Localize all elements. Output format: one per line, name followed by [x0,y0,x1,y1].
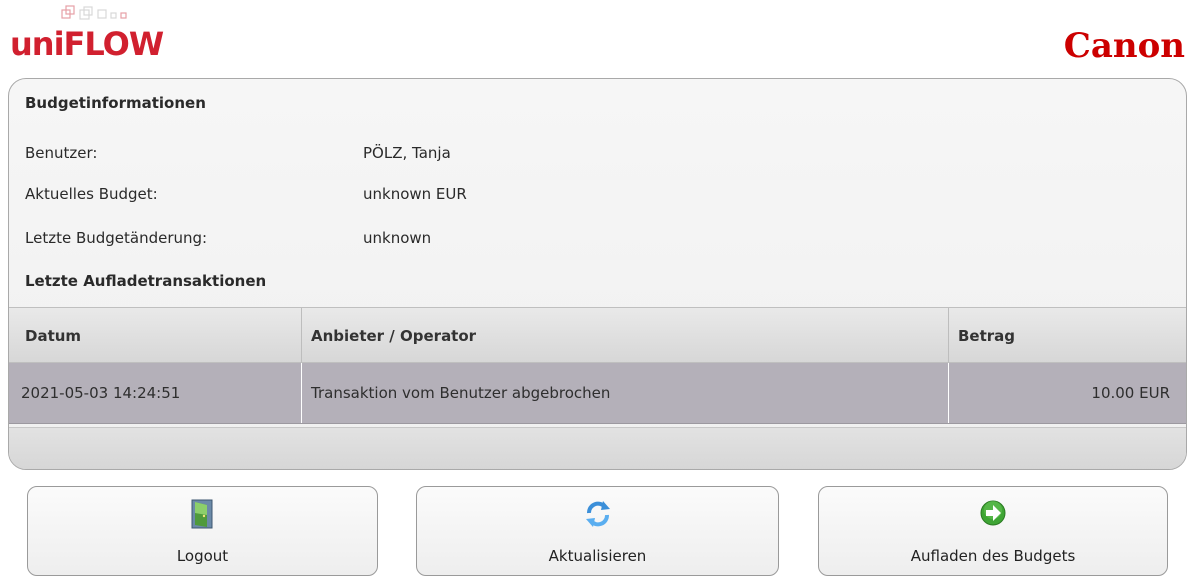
green-arrow-right-icon [979,499,1007,531]
refresh-label: Aktualisieren [548,547,647,565]
last-change-value: unknown [363,229,432,247]
uniflow-wordmark: uniFLOW [10,24,165,64]
cell-date: 2021-05-03 14:24:51 [21,384,181,402]
column-divider [301,308,302,362]
logout-label: Logout [176,547,229,565]
table-header: Datum Anbieter / Operator Betrag [9,307,1186,363]
cell-operator: Transaktion vom Benutzer abgebrochen [311,384,611,402]
budget-section-title: Budgetinformationen [25,94,206,112]
cell-amount: 10.00 EUR [1091,384,1170,402]
budget-panel: Budgetinformationen Benutzer: PÖLZ, Tanj… [8,78,1187,470]
column-divider [948,363,949,423]
user-value: PÖLZ, Tanja [363,144,451,162]
header: uniFLOW Canon [0,0,1195,78]
topup-button[interactable]: Aufladen des Budgets [818,486,1168,576]
canon-logo: Canon [1063,26,1185,66]
column-header-operator: Anbieter / Operator [311,327,477,345]
transactions-section-title: Letzte Aufladetransaktionen [25,272,267,290]
uniflow-logo: uniFLOW [10,4,165,66]
brand-flow: FLOW [63,25,165,63]
door-exit-icon [191,499,215,533]
logout-button[interactable]: Logout [27,486,378,576]
last-change-label: Letzte Budgetänderung: [25,229,208,247]
topup-label: Aufladen des Budgets [910,547,1076,565]
brand-uni: uni [10,25,65,63]
refresh-arrows-icon [583,499,613,533]
column-divider [948,308,949,362]
column-header-date: Datum [25,327,82,345]
current-budget-label: Aktuelles Budget: [25,185,158,203]
logo-squares-icon [61,5,127,20]
table-row: 2021-05-03 14:24:51 Transaktion vom Benu… [9,363,1186,424]
transactions-table: Datum Anbieter / Operator Betrag 2021-05… [9,307,1186,424]
table-footer [9,427,1186,469]
column-header-amount: Betrag [958,327,1016,345]
current-budget-value: unknown EUR [363,185,467,203]
refresh-button[interactable]: Aktualisieren [416,486,779,576]
column-divider [301,363,302,423]
user-label: Benutzer: [25,144,98,162]
